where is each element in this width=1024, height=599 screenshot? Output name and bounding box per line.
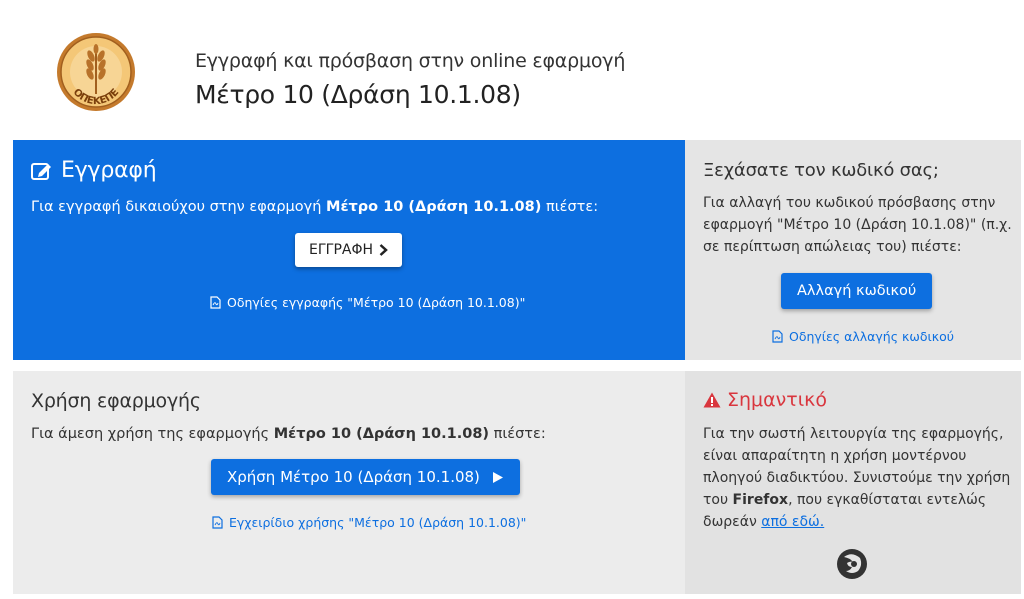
important-text-line: δωρεάν από εδώ. (703, 514, 825, 530)
user-manual-link[interactable]: Εγχειρίδιο χρήσης "Μέτρο 10 (Δράση 10.1.… (212, 515, 526, 530)
firefox-icon[interactable] (835, 547, 869, 581)
warning-icon (703, 392, 721, 408)
use-app-button-label: Χρήση Μέτρο 10 (Δράση 10.1.08) (227, 468, 480, 486)
register-text-prefix: Για εγγραφή δικαιούχου στην εφαρμογή (31, 199, 327, 215)
register-instructions-text: Οδηγίες εγγραφής "Μέτρο 10 (Δράση 10.1.0… (227, 295, 526, 310)
important-panel: Σημαντικό Για την σωστή λειτουργία της ε… (685, 371, 1021, 594)
register-title: Εγγραφή (31, 158, 157, 183)
edit-icon (31, 162, 51, 180)
forgot-title: Ξεχάσατε τον κωδικό σας; (703, 160, 939, 181)
important-text-line: του Firefox, που εγκαθίσταται εντελώς (703, 492, 987, 508)
register-title-text: Εγγραφή (61, 158, 157, 183)
page-title: Μέτρο 10 (Δράση 10.1.08) (195, 80, 521, 109)
forgot-text-line: σε περίπτωση απώλειας του) πιέστε: (703, 239, 962, 255)
important-title: Σημαντικό (703, 389, 827, 411)
change-password-instructions-text: Οδηγίες αλλαγής κωδικού (789, 329, 954, 344)
change-password-button[interactable]: Αλλαγή κωδικού (781, 273, 933, 309)
play-icon (492, 471, 503, 483)
use-app-button[interactable]: Χρήση Μέτρο 10 (Δράση 10.1.08) (211, 459, 520, 495)
use-text-suffix: πιέστε: (489, 426, 546, 442)
register-button[interactable]: ΕΓΓΡΑΦΗ (295, 233, 403, 267)
change-password-instructions-link[interactable]: Οδηγίες αλλαγής κωδικού (772, 329, 954, 344)
use-text-bold: Μέτρο 10 (Δράση 10.1.08) (273, 426, 490, 442)
important-title-text: Σημαντικό (727, 389, 827, 411)
change-password-label: Αλλαγή κωδικού (797, 283, 917, 299)
forgot-text-line: Για αλλαγή του κωδικού πρόσβασης στην (703, 195, 996, 211)
register-panel: Εγγραφή Για εγγραφή δικαιούχου στην εφαρ… (13, 140, 685, 360)
forgot-text-line: εφαρμογή "Μέτρο 10 (Δράση 10.1.08)" (π.χ… (703, 217, 1012, 233)
important-text-line: είναι απαραίτητη η χρήση μοντέρνου (703, 448, 967, 464)
opekepe-logo: ΟΠΕΚΕΠΕ (57, 33, 135, 111)
forgot-description: Για αλλαγή του κωδικού πρόσβασης στην εφ… (703, 192, 1012, 258)
chevron-right-icon (379, 244, 388, 256)
pdf-file-icon (212, 516, 223, 529)
firefox-text: Firefox (732, 492, 789, 508)
forgot-password-panel: Ξεχάσατε τον κωδικό σας; Για αλλαγή του … (685, 140, 1021, 360)
register-button-label: ΕΓΓΡΑΦΗ (309, 242, 374, 258)
register-text-suffix: πιέστε: (541, 199, 599, 215)
register-description: Για εγγραφή δικαιούχου στην εφαρμογή Μέτ… (31, 196, 598, 218)
use-description: Για άμεση χρήση της εφαρμογής Μέτρο 10 (… (31, 423, 546, 445)
user-manual-text: Εγχειρίδιο χρήσης "Μέτρο 10 (Δράση 10.1.… (229, 515, 527, 530)
important-description: Για την σωστή λειτουργία της εφαρμογής, … (703, 423, 1010, 533)
page-subtitle: Εγγραφή και πρόσβαση στην online εφαρμογ… (195, 50, 626, 72)
pdf-file-icon (210, 296, 221, 309)
important-text-line: Για την σωστή λειτουργία της εφαρμογής, (703, 426, 1004, 442)
register-instructions-link[interactable]: Οδηγίες εγγραφής "Μέτρο 10 (Δράση 10.1.0… (210, 295, 525, 310)
pdf-file-icon (772, 330, 783, 343)
use-text-prefix: Για άμεση χρήση της εφαρμογής (31, 426, 274, 442)
register-text-bold: Μέτρο 10 (Δράση 10.1.08) (326, 199, 542, 215)
firefox-download-link[interactable]: από εδώ. (761, 514, 824, 530)
use-app-panel: Χρήση εφαρμογής Για άμεση χρήση της εφαρ… (13, 371, 685, 594)
page-header: ΟΠΕΚΕΠΕ Εγγραφή και πρόσβαση στην online… (0, 0, 1024, 140)
use-title: Χρήση εφαρμογής (31, 390, 201, 412)
important-text-line: πλοηγού διαδικτύου. Συνιστούμε την χρήση (703, 470, 1011, 486)
